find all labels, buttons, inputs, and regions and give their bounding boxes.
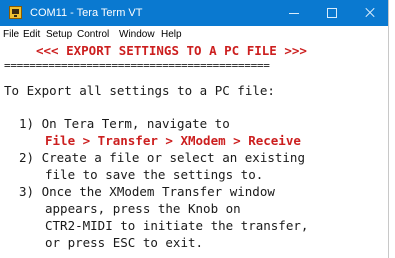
maximize-icon[interactable] <box>313 0 351 26</box>
window-title: COM11 - Tera Term VT <box>30 7 143 19</box>
title-bar[interactable]: COM11 - Tera Term VT <box>0 0 388 26</box>
step-3-text-cont-1: appears, press the Knob on <box>45 201 241 216</box>
menu-control[interactable]: Control <box>77 29 109 40</box>
menu-window[interactable]: Window <box>119 29 155 40</box>
terminal-area[interactable]: <<< EXPORT SETTINGS TO A PC FILE >>> ===… <box>0 42 388 258</box>
step-3-text-cont-3: or press ESC to exit. <box>45 235 204 250</box>
menu-file[interactable]: File <box>3 29 19 40</box>
close-icon[interactable] <box>351 0 388 26</box>
tera-term-icon[interactable] <box>9 6 22 19</box>
menu-setup[interactable]: Setup <box>46 29 72 40</box>
step-3-text: 3) Once the XModem Transfer window <box>19 184 275 199</box>
terminal-intro: To Export all settings to a PC file: <box>4 83 275 98</box>
menu-help[interactable]: Help <box>161 29 182 40</box>
step-1-menu-path: File > Transfer > XModem > Receive <box>45 133 301 148</box>
terminal-divider: ========================================… <box>4 59 270 72</box>
step-2-text: 2) Create a file or select an existing <box>19 150 305 165</box>
menu-edit[interactable]: Edit <box>23 29 40 40</box>
step-3-text-cont-2: CTR2-MIDI to initiate the transfer, <box>45 218 309 233</box>
terminal-heading: <<< EXPORT SETTINGS TO A PC FILE >>> <box>36 43 307 58</box>
step-1-text: 1) On Tera Term, navigate to <box>19 116 230 131</box>
step-2-text-cont: file to save the settings to. <box>45 167 264 182</box>
menu-bar: File Edit Setup Control Window Help <box>0 26 388 42</box>
minimize-icon[interactable] <box>275 0 313 26</box>
tera-term-window: COM11 - Tera Term VT File Edit Setup Con… <box>0 0 389 258</box>
